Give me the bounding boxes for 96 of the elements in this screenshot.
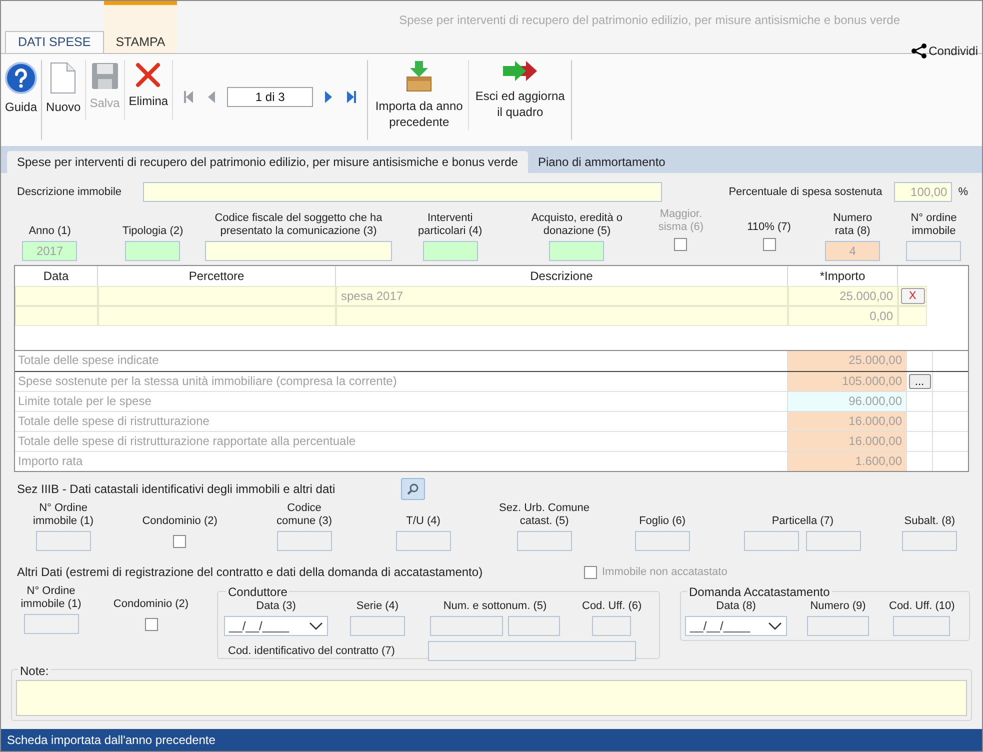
search-icon: [407, 483, 419, 495]
field-label: Sez. Urb. Comune catast. (5): [498, 502, 591, 528]
input-field[interactable]: [516, 531, 572, 551]
double-arrow-icon: [502, 60, 538, 82]
field-label: Particella (7): [772, 515, 834, 528]
input-field[interactable]: [806, 531, 862, 551]
input-field[interactable]: [634, 531, 690, 551]
field-label: Data (8): [716, 600, 756, 613]
field-label: Acquisto, eredità o donazione (5): [530, 212, 624, 238]
field-label: Condominio (2): [142, 515, 218, 528]
input-field[interactable]: [430, 616, 503, 636]
total-value: 16.000,00: [788, 412, 906, 431]
toolbar-button[interactable]: Importa da anno precedente: [374, 60, 464, 130]
input-field[interactable]: [893, 616, 950, 636]
field-label: Percentuale di spesa sostenuta: [728, 186, 882, 198]
field-label: N° Ordine immobile (1): [20, 585, 82, 611]
first-page-icon[interactable]: [183, 90, 196, 104]
section-title: Altri Dati (estremi di registrazione del contratto e dati della domanda di accatastamento): [17, 564, 484, 581]
page-field[interactable]: 1 di 3: [227, 87, 314, 107]
chevron-down-icon: [309, 622, 323, 630]
chevron-down-icon: [768, 622, 782, 630]
last-page-icon[interactable]: [345, 90, 358, 104]
help-icon: [5, 62, 38, 94]
toolbar-button[interactable]: Guida: [5, 60, 38, 140]
date-field[interactable]: __/__/____: [685, 616, 787, 636]
ribbon-tab[interactable]: DATI SPESE: [5, 31, 104, 53]
input-field[interactable]: [36, 531, 91, 551]
field-label: Foglio (6): [639, 515, 686, 528]
document-icon: [50, 62, 76, 94]
field-label: N° Ordine immobile (1): [32, 502, 95, 528]
input-field[interactable]: [125, 241, 180, 261]
field-label: Cod. Uff. (10): [889, 600, 955, 613]
field-label: Interventi particolari (4): [417, 212, 484, 238]
table-cell[interactable]: [98, 286, 336, 306]
table-cell[interactable]: [336, 306, 788, 326]
field-label: Condominio (2): [113, 598, 189, 611]
toolbar-button[interactable]: Nuovo: [46, 60, 81, 120]
field-label: Descrizione immobile: [17, 186, 123, 198]
checkbox[interactable]: [173, 534, 186, 548]
total-value: 16.000,00: [788, 432, 906, 451]
input-field[interactable]: [396, 531, 451, 551]
input-field[interactable]: [350, 616, 405, 636]
table-cell[interactable]: [15, 306, 98, 326]
field-label: N° ordine immobile: [910, 212, 958, 238]
search-button[interactable]: [401, 478, 425, 500]
toolbar-button[interactable]: Elimina: [128, 60, 168, 120]
input-field[interactable]: [428, 641, 636, 661]
field-label: T/U (4): [406, 515, 440, 528]
input-field[interactable]: [508, 616, 560, 636]
total-value: 105.000,00: [788, 372, 906, 391]
field-label: Codice fiscale del soggetto che ha presentato la comunicazione (3): [214, 212, 384, 238]
input-field[interactable]: [549, 241, 604, 261]
table-cell[interactable]: [15, 286, 98, 306]
checkbox[interactable]: [144, 618, 158, 630]
field-label: Subalt. (8): [904, 515, 956, 528]
input-field[interactable]: [204, 241, 392, 261]
field-label: Anno (1): [28, 225, 71, 238]
input-field[interactable]: [592, 616, 632, 636]
field-label: %: [958, 186, 968, 198]
status-bar: Scheda importata dall'anno precedente: [1, 729, 982, 751]
date-field[interactable]: __/__/____: [224, 616, 328, 636]
table-cell[interactable]: [98, 306, 336, 326]
field-label: Tipologia (2): [122, 225, 184, 238]
toolbar-button[interactable]: Esci ed aggiorna il quadro: [475, 60, 566, 140]
field-label: Maggior. sisma (6): [657, 208, 705, 234]
input-field[interactable]: [902, 531, 958, 551]
input-field[interactable]: [422, 241, 478, 261]
total-value: 96.000,00: [788, 392, 906, 411]
input-field[interactable]: [24, 614, 78, 634]
form-tab[interactable]: Piano di ammortamento: [528, 151, 676, 173]
field-label: Numero (9): [810, 600, 866, 613]
field-label: Immobile non accatastato: [602, 566, 728, 578]
field-label: Codice comune (3): [275, 502, 334, 528]
more-button[interactable]: ...: [908, 374, 930, 389]
field-label: Numero rata (8): [832, 212, 874, 238]
input-field[interactable]: [744, 531, 800, 551]
delete-icon: [135, 62, 162, 88]
input-field[interactable]: [906, 241, 962, 261]
field-label: Cod. Uff. (6): [582, 600, 642, 613]
box-download-icon: [406, 60, 432, 92]
section-title: Sez IIIB - Dati catastali identificativi degli immobili e altri dati: [17, 481, 336, 498]
input-field[interactable]: [807, 616, 869, 636]
field-label: Num. e sottonum. (5): [443, 600, 547, 613]
total-value: 25.000,00: [788, 351, 906, 371]
description-field[interactable]: [143, 182, 662, 202]
window-title: Spese per interventi di recupero del patrimonio edilizio, per misure antisismiche e bonus verde: [399, 12, 900, 29]
delete-row-button[interactable]: X: [900, 288, 924, 304]
field-label: Cod. identificativo del contratto (7): [228, 644, 396, 658]
field-label: 110% (7): [747, 221, 791, 234]
field-label: Serie (4): [356, 600, 399, 613]
form-tab[interactable]: Spese per interventi di recupero del patrimonio edilizio, per misure antisismiche e bonus verde: [7, 151, 528, 173]
notes-field[interactable]: [16, 680, 967, 716]
checkbox[interactable]: [762, 238, 776, 251]
field-label: Data (3): [256, 600, 296, 613]
total-value: 1.600,00: [788, 452, 906, 471]
input-field[interactable]: [276, 531, 332, 551]
